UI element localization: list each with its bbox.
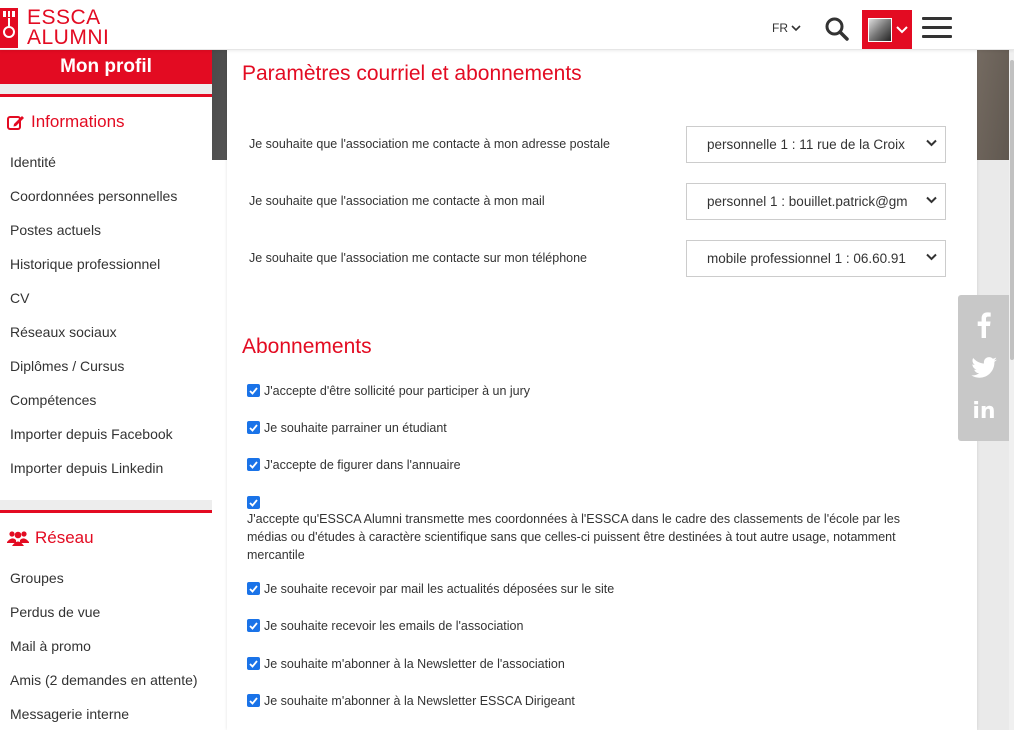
- sidebar-item-messagerie[interactable]: Messagerie interne: [0, 697, 212, 730]
- menu-bar: [922, 35, 952, 38]
- checkbox-actualites[interactable]: [247, 582, 260, 595]
- top-bar: ESSCA ALUMNI FR: [0, 0, 1014, 50]
- contact-phone-label: Je souhaite que l'association me contact…: [249, 251, 588, 265]
- language-label: FR: [772, 21, 788, 35]
- users-icon: [7, 531, 29, 546]
- logo-line-1: ESSCA: [27, 8, 101, 29]
- search-icon: [825, 17, 849, 41]
- sidebar-item-groupes[interactable]: Groupes: [0, 561, 212, 595]
- checkbox-transmission[interactable]: [247, 496, 260, 509]
- social-share-bar: in: [958, 295, 1010, 441]
- reseau-heading: Réseau: [0, 515, 212, 561]
- avatar: [868, 17, 892, 42]
- checkbox-label: Je souhaite m'abonner à la Newsletter de…: [264, 657, 565, 671]
- reseau-title: Réseau: [35, 528, 94, 547]
- sidebar-item-historique[interactable]: Historique professionnel: [0, 247, 212, 281]
- sidebar-item-competences[interactable]: Compétences: [0, 383, 212, 417]
- informations-panel: Informations Identité Coordonnées person…: [0, 94, 212, 500]
- checkbox-annuaire[interactable]: [247, 458, 260, 471]
- check-icon: [249, 621, 258, 630]
- checkbox-row-annuaire: J'accepte de figurer dans l'annuaire: [247, 458, 947, 472]
- checkbox-parrainer[interactable]: [247, 421, 260, 434]
- sidebar-item-diplomes[interactable]: Diplômes / Cursus: [0, 349, 212, 383]
- checkbox-label: J'accepte qu'ESSCA Alumni transmette mes…: [247, 512, 900, 562]
- contact-mail-select[interactable]: personnel 1 : bouillet.patrick@gm: [686, 183, 946, 220]
- hamburger-menu-button[interactable]: [922, 17, 952, 41]
- sidebar-item-reseaux-sociaux[interactable]: Réseaux sociaux: [0, 315, 212, 349]
- checkbox-row-newsletter-dirigeant: Je souhaite m'abonner à la Newsletter ES…: [247, 694, 947, 708]
- checkbox-newsletter-dirigeant[interactable]: [247, 694, 260, 707]
- chevron-down-icon: [926, 196, 937, 204]
- facebook-icon[interactable]: [969, 310, 999, 340]
- checkbox-jury[interactable]: [247, 384, 260, 397]
- sidebar-item-import-linkedin[interactable]: Importer depuis Linkedin: [0, 451, 212, 485]
- checkbox-row-transmission: J'accepte qu'ESSCA Alumni transmette mes…: [247, 496, 937, 564]
- sidebar-item-cv[interactable]: CV: [0, 281, 212, 315]
- informations-heading: Informations: [0, 99, 212, 145]
- check-icon: [249, 659, 258, 668]
- chevron-down-icon: [791, 24, 801, 31]
- informations-title: Informations: [31, 112, 125, 131]
- check-icon: [249, 696, 258, 705]
- twitter-icon[interactable]: [969, 353, 999, 383]
- checkbox-row-actualites: Je souhaite recevoir par mail les actual…: [247, 582, 947, 596]
- checkbox-emails[interactable]: [247, 619, 260, 632]
- checkbox-row-parrainer: Je souhaite parrainer un étudiant: [247, 421, 947, 435]
- checkbox-label: Je souhaite recevoir par mail les actual…: [264, 582, 615, 596]
- sidebar-item-mail-promo[interactable]: Mail à promo: [0, 629, 212, 663]
- subscriptions-title: Abonnements: [242, 335, 372, 358]
- checkbox-label: Je souhaite parrainer un étudiant: [264, 421, 447, 435]
- logo-line-2: ALUMNI: [27, 26, 110, 49]
- checkbox-row-newsletter-association: Je souhaite m'abonner à la Newsletter de…: [247, 657, 947, 671]
- contact-postal-value: personnelle 1 : 11 rue de la Croix: [707, 137, 905, 152]
- sidebar-item-amis[interactable]: Amis (2 demandes en attente): [0, 663, 212, 697]
- chevron-down-icon: [926, 139, 937, 147]
- key-logo-icon: [0, 8, 18, 48]
- chevron-down-icon: [926, 253, 937, 261]
- contact-mail-value: personnel 1 : bouillet.patrick@gm: [707, 194, 908, 209]
- menu-bar: [922, 17, 952, 20]
- page-title: Paramètres courriel et abonnements: [242, 62, 582, 85]
- scrollbar-thumb[interactable]: [1010, 60, 1014, 360]
- menu-bar: [922, 26, 952, 29]
- checkbox-label: J'accepte de figurer dans l'annuaire: [264, 458, 461, 472]
- sidebar-item-identite[interactable]: Identité: [0, 145, 212, 179]
- main-panel: Paramètres courriel et abonnements Je so…: [227, 50, 977, 730]
- check-icon: [249, 584, 258, 593]
- sidebar-item-coordonnees[interactable]: Coordonnées personnelles: [0, 179, 212, 213]
- sidebar-item-perdus-de-vue[interactable]: Perdus de vue: [0, 595, 212, 629]
- check-icon: [249, 498, 258, 507]
- sidebar-item-import-facebook[interactable]: Importer depuis Facebook: [0, 417, 212, 451]
- edit-icon: [7, 115, 24, 130]
- contact-mail-label: Je souhaite que l'association me contact…: [249, 194, 545, 208]
- checkbox-label: J'accepte d'être sollicité pour particip…: [264, 384, 531, 398]
- contact-postal-select[interactable]: personnelle 1 : 11 rue de la Croix: [686, 126, 946, 163]
- essca-alumni-logo[interactable]: ESSCA ALUMNI: [0, 8, 109, 50]
- checkbox-label: Je souhaite m'abonner à la Newsletter ES…: [264, 694, 575, 708]
- checkbox-row-jury: J'accepte d'être sollicité pour particip…: [247, 384, 947, 398]
- contact-postal-label: Je souhaite que l'association me contact…: [249, 137, 610, 151]
- check-icon: [249, 386, 258, 395]
- contact-phone-value: mobile professionnel 1 : 06.60.91: [707, 251, 906, 266]
- my-profile-button[interactable]: Mon profil: [0, 50, 212, 84]
- contact-phone-select[interactable]: mobile professionnel 1 : 06.60.91: [686, 240, 946, 277]
- search-button[interactable]: [824, 16, 850, 42]
- language-selector[interactable]: FR: [772, 21, 801, 35]
- reseau-panel: Réseau Groupes Perdus de vue Mail à prom…: [0, 510, 212, 730]
- checkbox-newsletter-association[interactable]: [247, 657, 260, 670]
- sidebar-item-postes-actuels[interactable]: Postes actuels: [0, 213, 212, 247]
- sidebar: Mon profil Informations Identité Coordon…: [0, 50, 212, 730]
- checkbox-row-emails: Je souhaite recevoir les emails de l'ass…: [247, 619, 947, 633]
- account-menu-button[interactable]: [862, 10, 912, 49]
- linkedin-text: in: [972, 398, 996, 424]
- chevron-down-icon: [896, 25, 908, 33]
- check-icon: [249, 460, 258, 469]
- linkedin-icon[interactable]: in: [969, 396, 999, 426]
- checkbox-label: Je souhaite recevoir les emails de l'ass…: [264, 619, 524, 633]
- check-icon: [249, 423, 258, 432]
